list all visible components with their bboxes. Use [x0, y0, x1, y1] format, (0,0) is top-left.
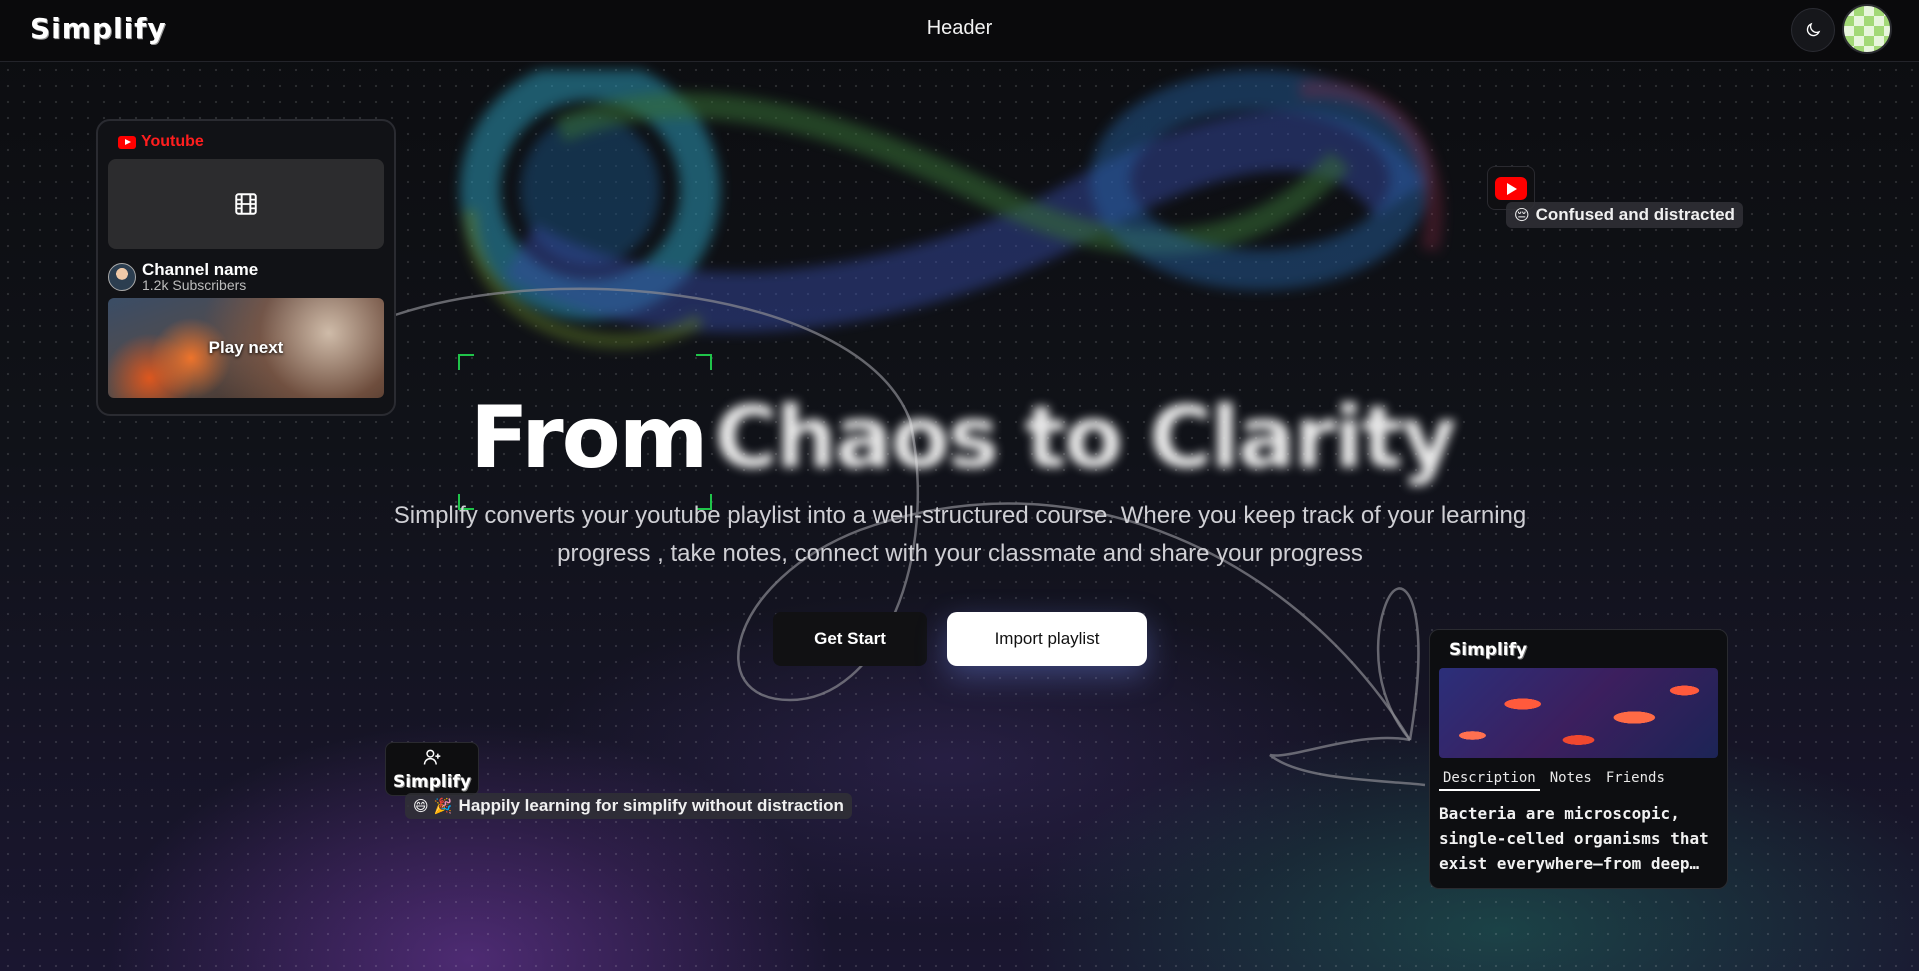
hero-title-blurred-words: Chaos to Clarity: [714, 388, 1456, 488]
header-title: Header: [926, 17, 993, 39]
simplify-card-title: Simplify: [1449, 640, 1528, 660]
video-placeholder[interactable]: [108, 159, 384, 249]
tab-notes[interactable]: Notes: [1546, 770, 1596, 791]
confused-text: Confused and distracted: [1535, 205, 1735, 224]
tab-friends[interactable]: Friends: [1602, 770, 1669, 791]
sad-emoji-icon: 😔: [1514, 206, 1530, 224]
avatar[interactable]: [1842, 4, 1892, 54]
channel-name: Channel name: [142, 260, 259, 279]
theme-toggle-button[interactable]: [1791, 8, 1835, 52]
simplify-course-card: Simplify Description Notes Friends Bacte…: [1429, 629, 1728, 889]
add-user-icon: [423, 749, 441, 765]
youtube-card: Youtube Channel name 1.2k Subscribers Pl…: [96, 119, 396, 416]
hero-subtitle: Simplify converts your youtube playlist …: [330, 497, 1590, 573]
simplify-badge-label: Simplify: [392, 772, 472, 792]
hero-subtitle-line-1: Simplify converts your youtube playlist …: [393, 502, 1527, 529]
tab-description[interactable]: Description: [1439, 770, 1540, 791]
play-next-thumbnail[interactable]: Play next: [108, 298, 384, 398]
import-playlist-button[interactable]: Import playlist: [947, 612, 1147, 666]
focus-corner-tr: [696, 354, 712, 370]
hero-title: FromChaos to Clarity: [470, 388, 1457, 488]
hero-subtitle-line-2: progress , take notes, connect with your…: [557, 540, 1363, 567]
focus-corner-tl: [458, 354, 474, 370]
channel-subscribers: 1.2k Subscribers: [142, 277, 247, 293]
card-tabs: Description Notes Friends: [1439, 770, 1718, 791]
hero-title-focus-word: From: [470, 388, 708, 488]
confused-badge: 😔 Confused and distracted: [1506, 202, 1743, 228]
happy-text: Happily learning for simplify without di…: [458, 796, 844, 815]
channel-avatar: [108, 262, 136, 291]
film-icon: [235, 193, 257, 215]
bacteria-image: [1439, 668, 1718, 758]
happy-badge: 😄 🎉 Happily learning for simplify withou…: [405, 793, 852, 819]
card-description: Bacteria are microscopic, single-celled …: [1439, 804, 1709, 873]
get-start-button[interactable]: Get Start: [773, 612, 927, 666]
play-next-label: Play next: [208, 338, 284, 357]
moon-icon: [1806, 22, 1821, 37]
happy-emoji-icon: 😄 🎉: [413, 797, 453, 815]
channel-info[interactable]: Channel name 1.2k Subscribers: [108, 261, 384, 292]
youtube-brand-label: Youtube: [141, 133, 204, 150]
simplify-user-badge: Simplify: [385, 742, 479, 796]
youtube-icon: [118, 135, 136, 149]
youtube-icon: [1495, 176, 1527, 200]
youtube-card-header: Youtube: [118, 133, 384, 151]
top-header: Simplify Header: [0, 0, 1919, 62]
